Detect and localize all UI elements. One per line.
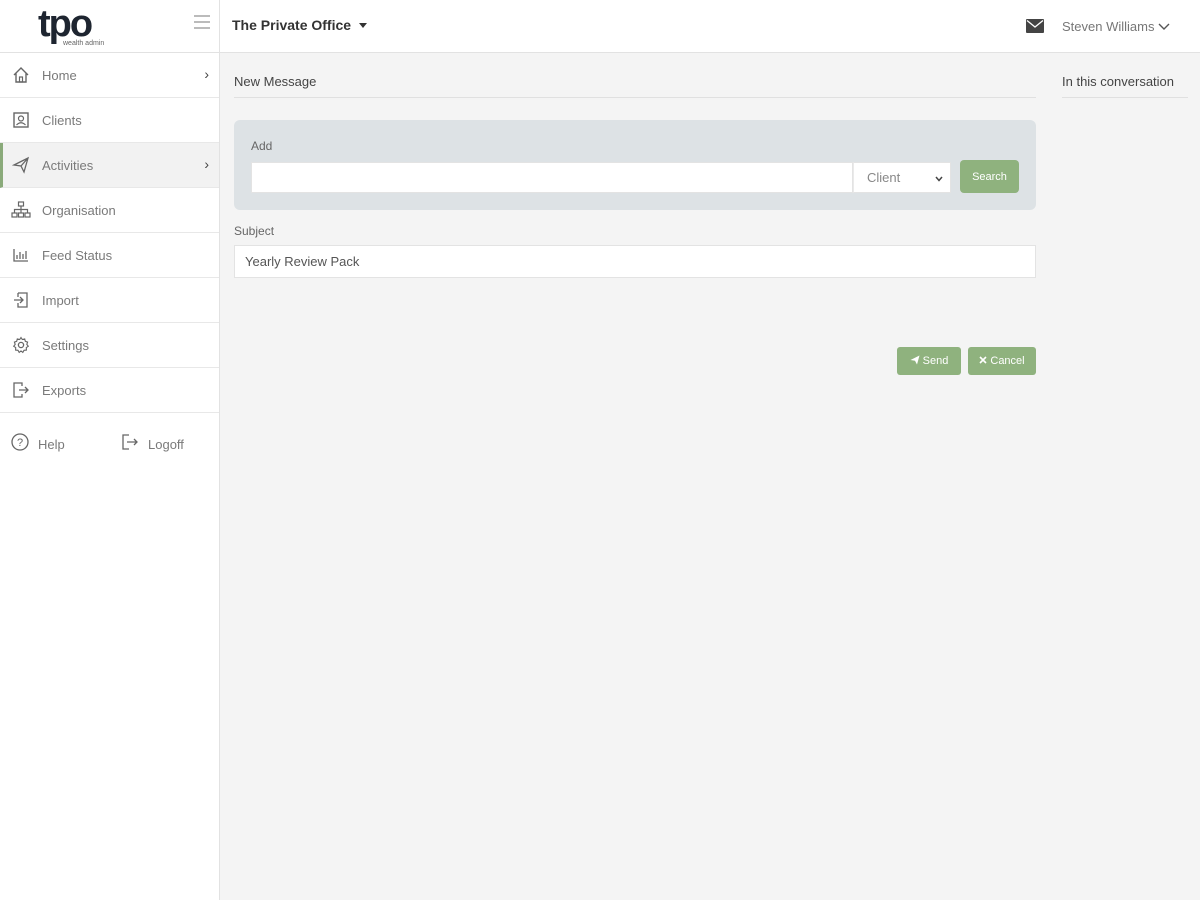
import-icon bbox=[10, 289, 32, 311]
sidebar-item-organisation[interactable]: Organisation bbox=[0, 188, 219, 233]
export-icon bbox=[10, 379, 32, 401]
sidebar: tpo wealth admin Home › Clients Activiti… bbox=[0, 0, 220, 900]
page-title: New Message bbox=[234, 74, 317, 89]
sidebar-item-label: Exports bbox=[42, 382, 87, 398]
cancel-label: Cancel bbox=[990, 355, 1025, 367]
sidebar-item-label: Home bbox=[42, 67, 77, 83]
sidebar-item-import[interactable]: Import bbox=[0, 278, 219, 323]
clients-icon bbox=[10, 109, 32, 131]
organisation-name: The Private Office bbox=[232, 17, 352, 33]
recipient-type-select[interactable]: Client bbox=[853, 162, 951, 193]
paper-plane-icon bbox=[10, 154, 32, 176]
sidebar-item-activities[interactable]: Activities › bbox=[0, 143, 219, 188]
logoff-label: Logoff bbox=[148, 437, 184, 452]
sidebar-item-home[interactable]: Home › bbox=[0, 53, 219, 98]
cancel-button[interactable]: Cancel bbox=[968, 347, 1036, 375]
sidebar-item-label: Import bbox=[42, 292, 79, 308]
svg-text:?: ? bbox=[17, 437, 23, 449]
home-icon bbox=[10, 64, 32, 86]
help-link[interactable]: ? Help bbox=[10, 432, 65, 457]
send-button[interactable]: Send bbox=[897, 347, 961, 375]
help-icon: ? bbox=[10, 432, 30, 457]
conversation-panel-title: In this conversation bbox=[1062, 74, 1175, 89]
top-header: The Private Office Steven Williams bbox=[220, 0, 1200, 53]
search-button[interactable]: Search bbox=[960, 160, 1019, 193]
logoff-link[interactable]: Logoff bbox=[120, 432, 184, 457]
sidebar-item-settings[interactable]: Settings bbox=[0, 323, 219, 368]
user-menu[interactable]: Steven Williams bbox=[1062, 19, 1170, 34]
divider bbox=[1062, 97, 1188, 98]
sidebar-item-label: Clients bbox=[42, 112, 82, 128]
chevron-right-icon: › bbox=[204, 66, 209, 82]
sidebar-item-label: Activities bbox=[42, 157, 94, 173]
hamburger-menu-icon[interactable] bbox=[194, 15, 210, 29]
logo-subtext: wealth admin bbox=[63, 40, 105, 47]
recipient-type-value: Client bbox=[867, 170, 901, 185]
logoff-icon bbox=[120, 432, 140, 457]
close-icon bbox=[979, 355, 987, 367]
add-recipient-panel: Add Client Search bbox=[234, 120, 1036, 210]
add-label: Add bbox=[251, 139, 273, 153]
mail-icon[interactable] bbox=[1026, 19, 1044, 38]
caret-down-icon bbox=[359, 22, 368, 28]
help-label: Help bbox=[38, 437, 65, 452]
sidebar-item-label: Settings bbox=[42, 337, 89, 353]
chevron-down-icon bbox=[1158, 19, 1170, 34]
chevron-right-icon: › bbox=[204, 156, 209, 172]
recipient-search-input[interactable] bbox=[251, 162, 853, 193]
logo-area: tpo wealth admin bbox=[0, 0, 219, 53]
send-label: Send bbox=[922, 355, 949, 367]
chevron-down-icon bbox=[935, 174, 943, 184]
sidebar-item-label: Feed Status bbox=[42, 247, 113, 263]
subject-input[interactable]: Yearly Review Pack bbox=[234, 245, 1036, 278]
gear-icon bbox=[10, 334, 32, 356]
subject-label: Subject bbox=[234, 224, 275, 238]
sidebar-item-clients[interactable]: Clients bbox=[0, 98, 219, 143]
organisation-dropdown[interactable]: The Private Office bbox=[232, 17, 368, 33]
bottom-links: ? Help Logoff bbox=[0, 432, 219, 462]
org-chart-icon bbox=[10, 199, 32, 221]
paper-plane-icon bbox=[910, 355, 920, 368]
sidebar-item-exports[interactable]: Exports bbox=[0, 368, 219, 413]
chart-icon bbox=[10, 244, 32, 266]
sidebar-item-label: Organisation bbox=[42, 202, 116, 218]
sidebar-item-feed-status[interactable]: Feed Status bbox=[0, 233, 219, 278]
user-name: Steven Williams bbox=[1062, 19, 1155, 34]
divider bbox=[234, 97, 1036, 98]
